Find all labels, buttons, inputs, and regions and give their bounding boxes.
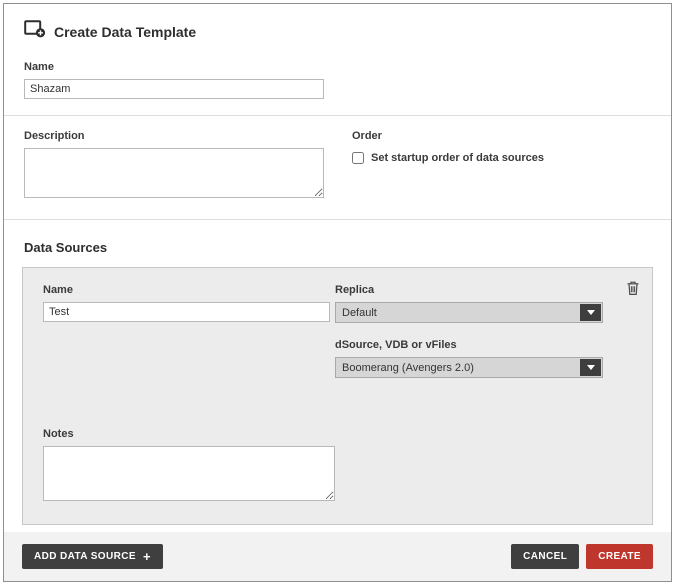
description-textarea[interactable]: [24, 148, 324, 198]
data-template-icon: [24, 20, 46, 43]
replica-selected-value: Default: [336, 303, 579, 322]
source-name-label: Name: [43, 284, 335, 296]
startup-order-checkbox[interactable]: [352, 152, 364, 164]
dsource-label: dSource, VDB or vFiles: [335, 339, 603, 351]
order-label: Order: [352, 130, 651, 142]
dsource-dropdown-arrow-icon[interactable]: [580, 359, 601, 376]
name-section: Name: [4, 49, 671, 99]
create-button[interactable]: CREATE: [586, 544, 653, 569]
add-data-source-label: ADD DATA SOURCE: [34, 551, 136, 562]
data-sources-heading: Data Sources: [4, 220, 671, 267]
dsource-select[interactable]: Boomerang (Avengers 2.0): [335, 357, 603, 378]
replica-select[interactable]: Default: [335, 302, 603, 323]
cancel-button[interactable]: CANCEL: [511, 544, 579, 569]
dialog-title: Create Data Template: [54, 24, 196, 40]
plus-icon: +: [143, 553, 151, 561]
footer-action-buttons: CANCEL CREATE: [511, 544, 653, 569]
dialog-header: Create Data Template: [4, 4, 671, 49]
order-group: Order Set startup order of data sources: [352, 130, 651, 203]
trash-icon: [626, 284, 640, 299]
description-order-section: Description Order Set startup order of d…: [4, 116, 671, 203]
data-source-left-column: Name Notes: [43, 284, 335, 506]
data-source-right-column: Replica Default dSource, VDB or vFiles B…: [335, 284, 637, 506]
dialog-footer: ADD DATA SOURCE + CANCEL CREATE: [4, 532, 671, 581]
notes-textarea[interactable]: [43, 446, 335, 501]
startup-order-checkbox-row[interactable]: Set startup order of data sources: [352, 152, 651, 164]
data-source-row: Name Notes Replica Default dSource, VDB …: [22, 267, 653, 525]
replica-dropdown-arrow-icon[interactable]: [580, 304, 601, 321]
replica-label: Replica: [335, 284, 603, 296]
add-data-source-button[interactable]: ADD DATA SOURCE +: [22, 544, 163, 569]
name-label: Name: [24, 61, 651, 73]
delete-data-source-button[interactable]: [626, 280, 640, 296]
data-source-fields: Name Notes Replica Default dSource, VDB …: [43, 284, 632, 506]
source-name-input[interactable]: [43, 302, 330, 322]
startup-order-checkbox-label: Set startup order of data sources: [371, 152, 544, 164]
description-group: Description: [24, 130, 352, 203]
create-data-template-dialog: Create Data Template Name Description Or…: [3, 3, 672, 582]
description-label: Description: [24, 130, 352, 142]
notes-label: Notes: [43, 428, 335, 440]
dsource-selected-value: Boomerang (Avengers 2.0): [336, 358, 579, 377]
notes-group: Notes: [43, 428, 335, 506]
name-input[interactable]: [24, 79, 324, 99]
